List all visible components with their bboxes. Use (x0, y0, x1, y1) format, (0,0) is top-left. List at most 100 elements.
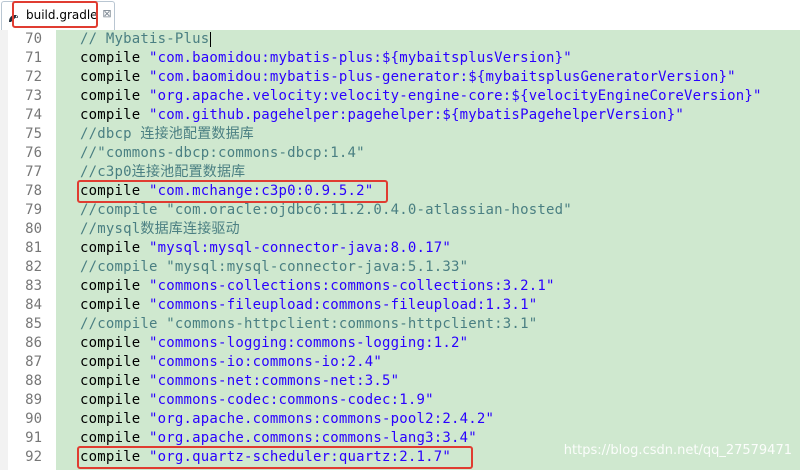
line-number: 84 (25, 297, 42, 313)
code-text: compile "com.mchange:c3p0:0.9.5.2" (80, 182, 373, 201)
line-number: 80 (25, 221, 42, 237)
line-number: 73 (25, 88, 42, 104)
code-line[interactable]: 78 compile "com.mchange:c3p0:0.9.5.2" (0, 182, 800, 201)
string-literal: "commons-net:commons-net:3.5" (149, 373, 400, 389)
string-literal: "commons-codec:commons-codec:1.9" (149, 392, 434, 408)
code-line[interactable]: 70 // Mybatis-Plus (0, 30, 800, 49)
comment-text: //compile "commons-httpclient:commons-ht… (80, 316, 538, 332)
code-line[interactable]: 87 compile "commons-io:commons-io:2.4" (0, 353, 800, 372)
code-text: //mysql数据库连接驱动 (80, 220, 240, 239)
code-text: compile "commons-collections:commons-col… (80, 277, 555, 296)
code-editor[interactable]: 70 // Mybatis-Plus 71 compile "com.baomidou… (0, 30, 800, 470)
line-number: 74 (25, 107, 42, 123)
code-line[interactable]: 80 //mysql数据库连接驱动 (0, 220, 800, 239)
code-text: compile "commons-io:commons-io:2.4" (80, 353, 382, 372)
code-text: compile "commons-fileupload:commons-file… (80, 296, 537, 315)
keyword: compile (80, 183, 150, 199)
code-line[interactable]: 86 compile "commons-logging:commons-loggi… (0, 334, 800, 353)
code-line[interactable]: 83 compile "commons-collections:commons-c… (0, 277, 800, 296)
line-number: 70 (25, 31, 42, 47)
code-text: //compile "commons-httpclient:commons-ht… (80, 315, 537, 334)
string-literal: "commons-io:commons-io:2.4" (149, 354, 383, 370)
code-line[interactable]: 75 //dbcp 连接池配置数据库 (0, 125, 800, 144)
keyword: compile (80, 69, 150, 85)
code-line[interactable]: 88 compile "commons-net:commons-net:3.5" (0, 372, 800, 391)
keyword: compile (80, 240, 150, 256)
code-line[interactable]: 85 //compile "commons-httpclient:commons-… (0, 315, 800, 334)
code-text: compile "com.baomidou:mybatis-plus-gener… (80, 68, 736, 87)
code-text: compile "commons-logging:commons-logging… (80, 334, 468, 353)
code-text: // Mybatis-Plus (80, 30, 212, 49)
string-literal: "com.mchange:c3p0:0.9.5.2" (149, 183, 374, 199)
comment-text: //compile "mysql:mysql-connector-java:5.… (80, 259, 469, 275)
string-literal: "com.baomidou:mybatis-plus:${mybaitsplus… (149, 50, 572, 66)
string-literal: "org.apache.velocity:velocity-engine-cor… (149, 88, 762, 104)
keyword: compile (80, 88, 150, 104)
line-number: 89 (25, 392, 42, 408)
code-line[interactable]: 90 compile "org.apache.commons:commons-po… (0, 410, 800, 429)
editor-tab-bar: build.gradle ⊠ (0, 0, 800, 31)
code-line[interactable]: 77 //c3p0连接池配置数据库 (0, 163, 800, 182)
string-literal: "mysql:mysql-connector-java:8.0.17" (149, 240, 452, 256)
line-number: 72 (25, 69, 42, 85)
code-line[interactable]: 84 compile "commons-fileupload:commons-fi… (0, 296, 800, 315)
code-text: //c3p0连接池配置数据库 (80, 163, 245, 182)
code-line[interactable]: 81 compile "mysql:mysql-connector-java:8.… (0, 239, 800, 258)
string-literal: "commons-logging:commons-logging:1.2" (149, 335, 469, 351)
comment-text: //c3p0连接池配置数据库 (80, 164, 246, 180)
close-icon[interactable]: ⊠ (101, 8, 113, 20)
line-number: 83 (25, 278, 42, 294)
code-text: compile "org.quartz-scheduler:quartz:2.1… (80, 448, 451, 467)
comment-text: //mysql数据库连接驱动 (80, 221, 240, 237)
code-line[interactable]: 73 compile "org.apache.velocity:velocity-… (0, 87, 800, 106)
code-text: compile "com.baomidou:mybatis-plus:${myb… (80, 49, 572, 68)
string-literal: "commons-collections:commons-collections… (149, 278, 555, 294)
line-number: 91 (25, 430, 42, 446)
string-literal: "org.apache.commons:commons-lang3:3.4" (149, 430, 477, 446)
line-number: 87 (25, 354, 42, 370)
code-text: compile "org.apache.velocity:velocity-en… (80, 87, 762, 106)
code-text: compile "commons-codec:commons-codec:1.9… (80, 391, 434, 410)
tab-build-gradle[interactable]: build.gradle ⊠ (1, 1, 115, 30)
line-number: 79 (25, 202, 42, 218)
keyword: compile (80, 449, 150, 465)
keyword: compile (80, 354, 150, 370)
line-number: 78 (25, 183, 42, 199)
code-text: //"commons-dbcp:commons-dbcp:1.4" (80, 144, 365, 163)
line-number: 90 (25, 411, 42, 427)
comment-text: // Mybatis-Plus (80, 31, 210, 47)
keyword: compile (80, 297, 150, 313)
string-literal: "commons-fileupload:commons-fileupload:1… (149, 297, 538, 313)
code-line[interactable]: 82 //compile "mysql:mysql-connector-java:… (0, 258, 800, 277)
text-caret (210, 31, 212, 47)
code-text: //compile "mysql:mysql-connector-java:5.… (80, 258, 468, 277)
line-number: 88 (25, 373, 42, 389)
comment-text: //dbcp 连接池配置数据库 (80, 126, 255, 142)
code-line[interactable]: 76 //"commons-dbcp:commons-dbcp:1.4" (0, 144, 800, 163)
keyword: compile (80, 411, 150, 427)
keyword: compile (80, 278, 150, 294)
code-line[interactable]: 71 compile "com.baomidou:mybatis-plus:${m… (0, 49, 800, 68)
code-line[interactable]: 79 //compile "com.oracle:ojdbc6:11.2.0.4.… (0, 201, 800, 220)
line-number: 92 (25, 449, 42, 465)
code-line[interactable]: 89 compile "commons-codec:commons-codec:1… (0, 391, 800, 410)
keyword: compile (80, 430, 150, 446)
gradle-file-icon (7, 10, 21, 24)
tab-label: build.gradle (26, 8, 98, 22)
line-number: 85 (25, 316, 42, 332)
code-text: compile "com.github.pagehelper:pagehelpe… (80, 106, 684, 125)
code-line[interactable]: 72 compile "com.baomidou:mybatis-plus-gen… (0, 68, 800, 87)
comment-text: //"commons-dbcp:commons-dbcp:1.4" (80, 145, 365, 161)
string-literal: "com.baomidou:mybatis-plus-generator:${m… (149, 69, 736, 85)
keyword: compile (80, 392, 150, 408)
line-number: 75 (25, 126, 42, 142)
string-literal: "com.github.pagehelper:pagehelper:${myba… (149, 107, 685, 123)
keyword: compile (80, 107, 150, 123)
keyword: compile (80, 50, 150, 66)
code-text: compile "commons-net:commons-net:3.5" (80, 372, 399, 391)
code-line[interactable]: 74 compile "com.github.pagehelper:pagehel… (0, 106, 800, 125)
string-literal: "org.apache.commons:commons-pool2:2.4.2" (149, 411, 495, 427)
code-text: compile "org.apache.commons:commons-lang… (80, 429, 477, 448)
line-number: 76 (25, 145, 42, 161)
line-number: 82 (25, 259, 42, 275)
